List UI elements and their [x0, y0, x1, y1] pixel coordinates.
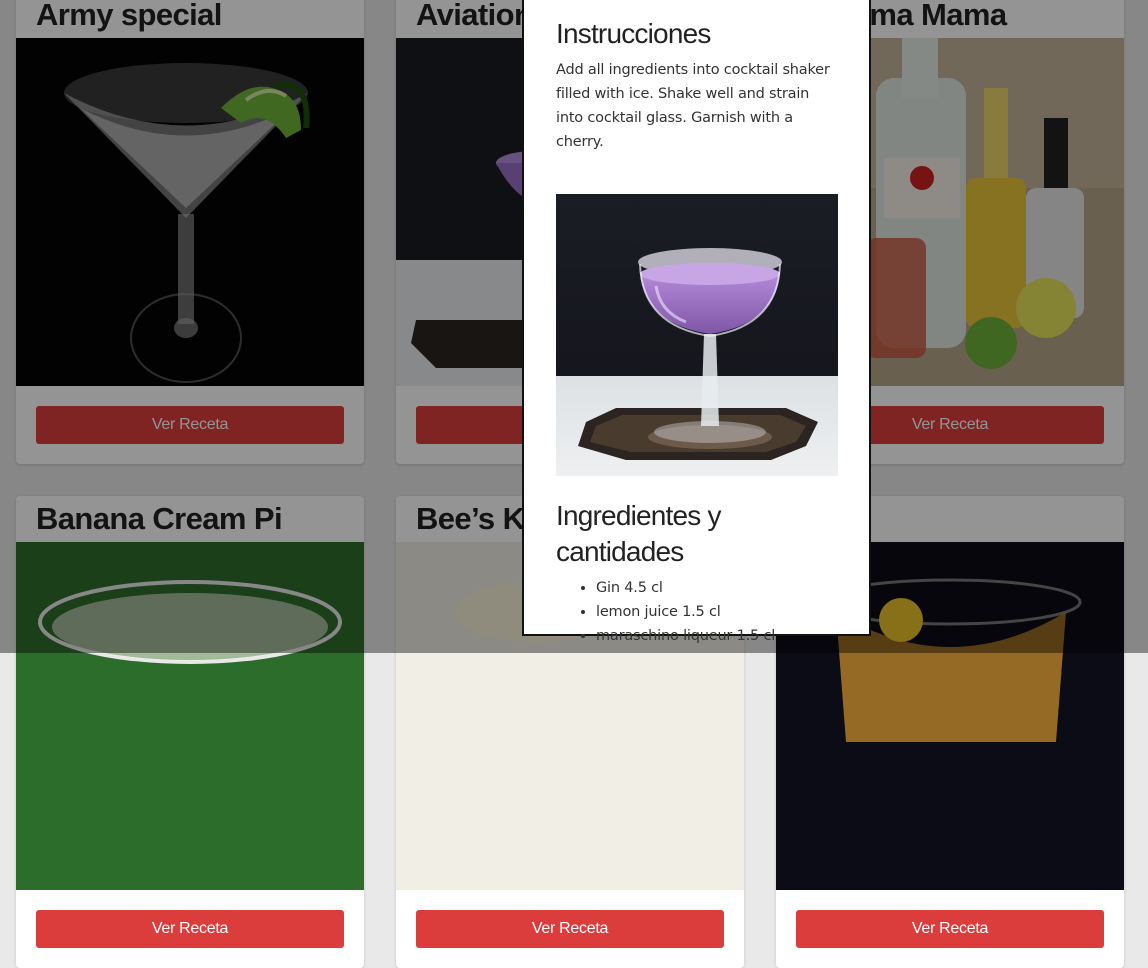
- recipe-modal: Instrucciones Add all ingredients into c…: [522, 0, 871, 644]
- view-recipe-button[interactable]: Ver Receta: [416, 910, 724, 948]
- ingredient-list: Gin 4.5 cl lemon juice 1.5 cl maraschino…: [556, 576, 837, 648]
- instructions-heading: Instrucciones: [556, 18, 711, 49]
- ingredient-item: maraschino liqueur 1.5 cl: [596, 624, 837, 648]
- ingredient-item: Gin 4.5 cl: [596, 576, 837, 600]
- instructions-text: Add all ingredients into cocktail shaker…: [556, 62, 830, 150]
- cocktail-photo: [556, 194, 838, 476]
- ingredients-heading: Ingredientes y cantidades: [556, 500, 722, 567]
- view-recipe-button[interactable]: Ver Receta: [36, 910, 344, 948]
- view-recipe-button[interactable]: Ver Receta: [796, 910, 1104, 948]
- ingredient-item: lemon juice 1.5 cl: [596, 600, 837, 624]
